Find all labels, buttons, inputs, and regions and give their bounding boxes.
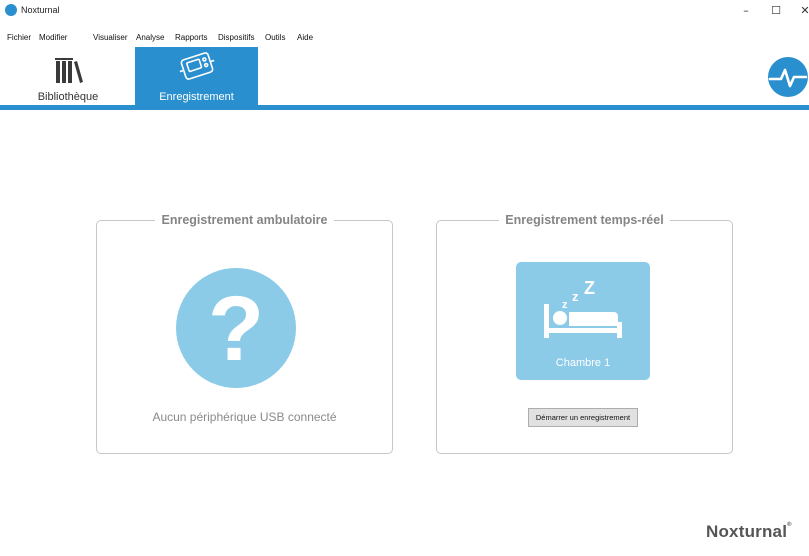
svg-text:Z: Z xyxy=(584,278,595,298)
realtime-panel: Enregistrement temps-réel z z Z Chambre … xyxy=(436,213,733,454)
brand-registered-mark: ® xyxy=(787,522,792,528)
menu-rapports[interactable]: Rapports xyxy=(175,33,207,42)
tab-enregistrement-label: Enregistrement xyxy=(159,91,234,103)
tab-bibliotheque-label: Bibliothèque xyxy=(37,91,99,103)
sleeping-bed-icon: z z Z xyxy=(544,278,622,338)
realtime-panel-title: Enregistrement temps-réel xyxy=(499,213,670,227)
menu-dispositifs[interactable]: Dispositifs xyxy=(218,33,254,42)
brand-name: Noxturnal xyxy=(706,522,788,541)
menu-analyse[interactable]: Analyse xyxy=(136,33,164,42)
menu-fichier[interactable]: Fichier xyxy=(7,33,31,42)
books-icon xyxy=(55,58,83,83)
window-title: Noxturnal xyxy=(21,5,60,15)
app-icon xyxy=(5,4,17,16)
close-button[interactable]: ✕ xyxy=(793,2,809,20)
recording-device-icon xyxy=(179,52,215,80)
start-recording-button[interactable]: Démarrer un enregistrement xyxy=(528,408,638,427)
ambulatory-panel: Enregistrement ambulatoire ? Aucun périp… xyxy=(96,213,393,454)
pulse-logo-icon xyxy=(768,57,808,97)
tab-bar: Bibliothèque Enregistrement xyxy=(0,47,809,105)
menu-bar: Fichier Modifier Visualiser Analyse Rapp… xyxy=(0,33,809,45)
maximize-button[interactable]: ☐ xyxy=(764,2,788,20)
ambulatory-panel-title: Enregistrement ambulatoire xyxy=(155,213,334,227)
room-label: Chambre 1 xyxy=(555,357,611,369)
brand-wordmark: Noxturnal® xyxy=(706,522,792,542)
svg-text:z: z xyxy=(572,289,579,304)
question-mark-icon: ? xyxy=(176,268,296,388)
tab-enregistrement[interactable]: Enregistrement xyxy=(135,47,258,105)
usb-status-text: Aucun périphérique USB connecté xyxy=(152,410,337,424)
tab-accent-line xyxy=(0,105,809,110)
title-bar: Noxturnal – ☐ ✕ xyxy=(0,0,809,22)
menu-visualiser[interactable]: Visualiser xyxy=(93,33,128,42)
svg-text:z: z xyxy=(562,299,568,311)
tab-bibliotheque[interactable]: Bibliothèque xyxy=(18,47,118,105)
menu-modifier[interactable]: Modifier xyxy=(39,33,67,42)
menu-outils[interactable]: Outils xyxy=(265,33,285,42)
minimize-button[interactable]: – xyxy=(734,2,758,20)
menu-aide[interactable]: Aide xyxy=(297,33,313,42)
room-tile[interactable]: z z Z Chambre 1 xyxy=(516,262,650,380)
